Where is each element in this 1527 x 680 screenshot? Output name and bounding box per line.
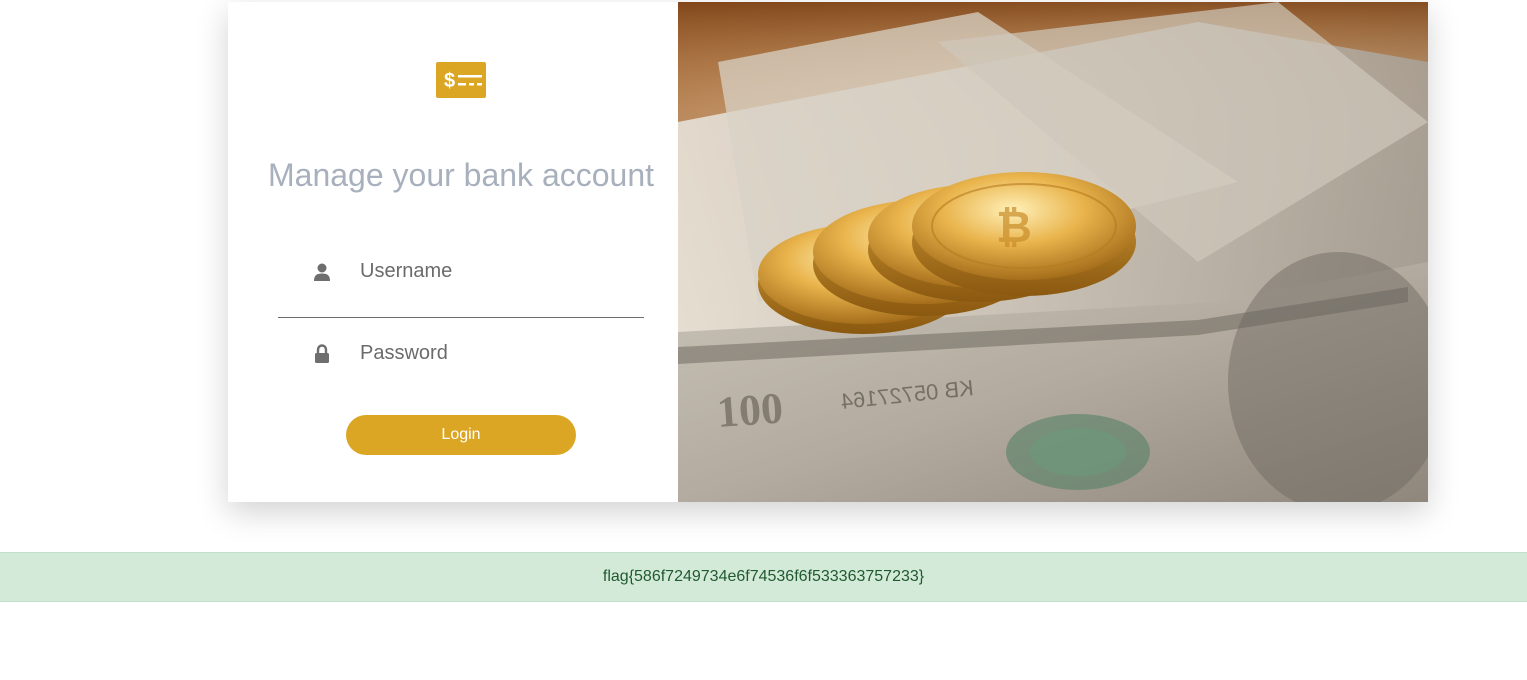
login-button[interactable]: Login	[346, 415, 576, 455]
coins-on-banknotes-illustration: 100 KB 05727164 ₿	[678, 2, 1428, 502]
page-title: Manage your bank account	[267, 157, 655, 193]
svg-text:$: $	[444, 70, 455, 92]
login-panel: $ Manage your bank account Login	[228, 2, 678, 502]
password-input[interactable]	[360, 334, 630, 372]
hero-image: 100 KB 05727164 ₿	[678, 2, 1428, 502]
username-field-group	[278, 242, 644, 318]
login-card: $ Manage your bank account Login	[228, 2, 1428, 502]
svg-text:₿: ₿	[996, 203, 1032, 252]
user-icon	[314, 263, 330, 281]
password-field-group	[278, 324, 644, 384]
lock-icon	[315, 344, 329, 363]
username-input[interactable]	[360, 252, 630, 290]
svg-text:100: 100	[715, 383, 784, 436]
money-check-dollar-icon: $	[436, 62, 486, 98]
flag-alert: flag{586f7249734e6f74536f6f533363757233}	[0, 552, 1527, 602]
